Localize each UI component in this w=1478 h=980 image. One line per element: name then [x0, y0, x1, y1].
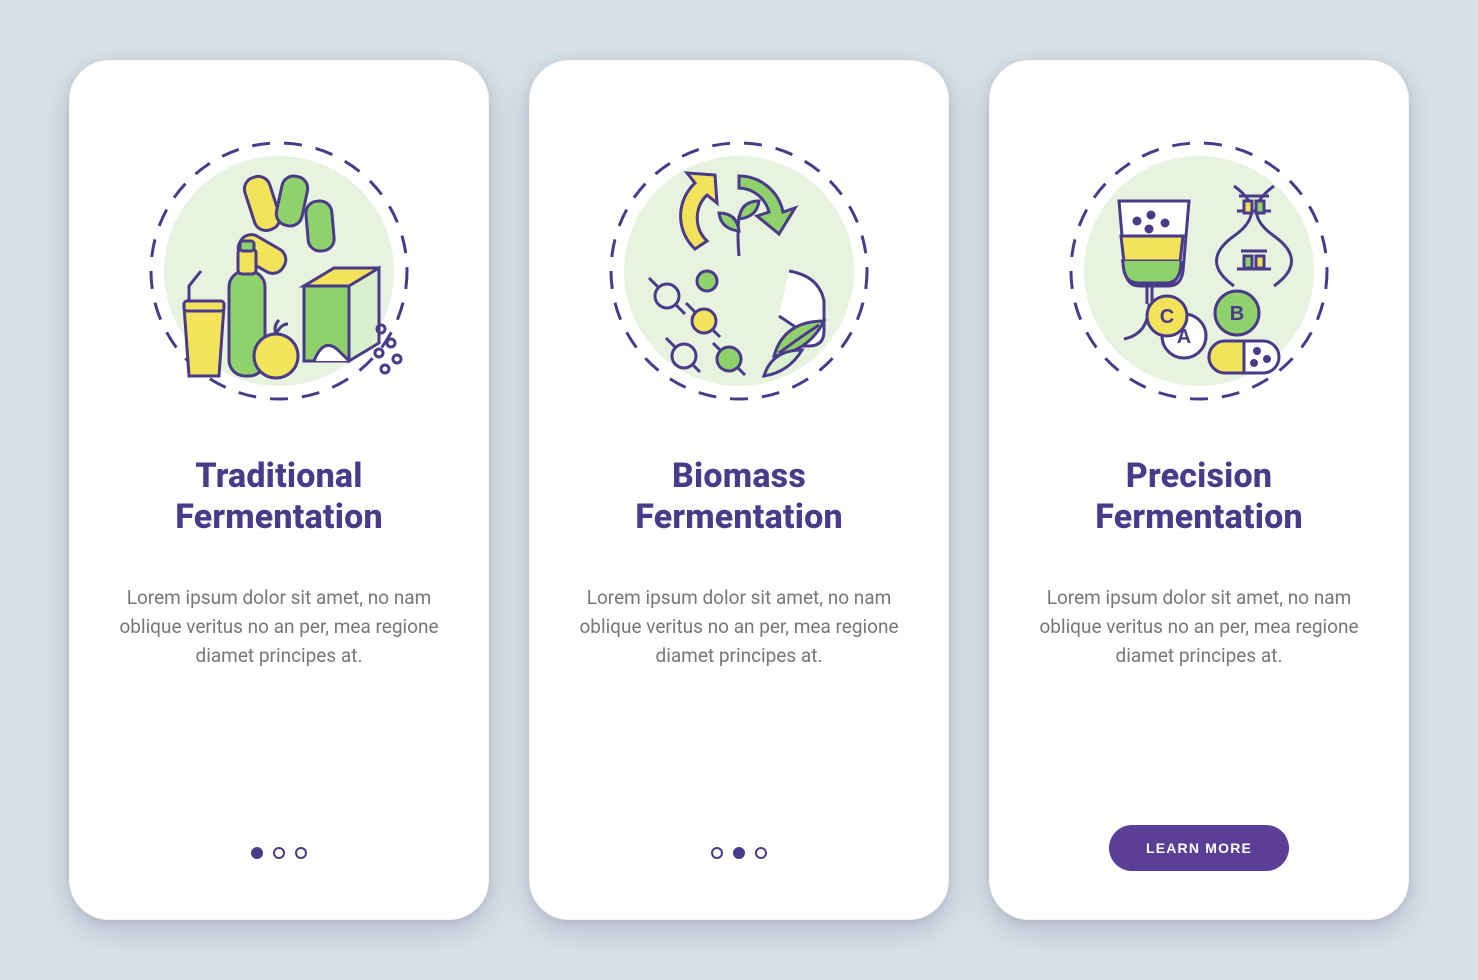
card-body: Lorem ipsum dolor sit amet, no nam obliq… [579, 583, 899, 671]
traditional-fermentation-icon [129, 121, 429, 421]
dot-2[interactable] [733, 847, 745, 859]
dot-1[interactable] [711, 847, 723, 859]
card-title: Precision Fermentation [1030, 456, 1368, 538]
onboarding-row: Traditional Fermentation Lorem ipsum dol… [69, 60, 1409, 920]
dot-3[interactable] [755, 847, 767, 859]
svg-text:A: A [1177, 326, 1191, 348]
dot-3[interactable] [295, 847, 307, 859]
learn-more-button[interactable]: LEARN MORE [1109, 825, 1289, 871]
card-title: Biomass Fermentation [570, 456, 908, 538]
pagination-dots [711, 847, 767, 859]
precision-fermentation-icon: C A B [1049, 121, 1349, 421]
onboarding-card-2: Biomass Fermentation Lorem ipsum dolor s… [529, 60, 949, 920]
svg-text:C: C [1160, 306, 1174, 328]
onboarding-card-3: C A B Precision Fermentation Lorem ipsum… [989, 60, 1409, 920]
dot-1[interactable] [251, 847, 263, 859]
svg-text:B: B [1230, 303, 1244, 325]
card-body: Lorem ipsum dolor sit amet, no nam obliq… [1039, 583, 1359, 671]
dot-2[interactable] [273, 847, 285, 859]
pagination-dots [251, 847, 307, 859]
card-title: Traditional Fermentation [110, 456, 448, 538]
onboarding-card-1: Traditional Fermentation Lorem ipsum dol… [69, 60, 489, 920]
card-body: Lorem ipsum dolor sit amet, no nam obliq… [119, 583, 439, 671]
biomass-fermentation-icon [589, 121, 889, 421]
